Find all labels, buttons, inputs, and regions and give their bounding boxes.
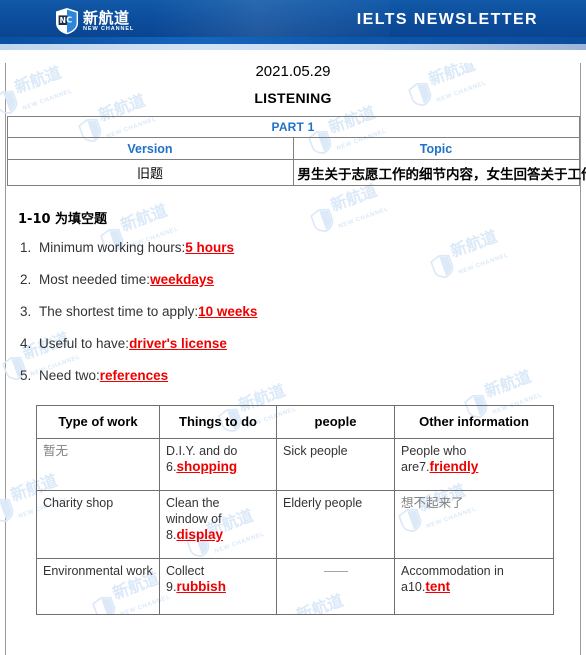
cell-version: 旧题 xyxy=(6,159,294,186)
svg-text:C: C xyxy=(66,15,72,24)
header-bottom-strip xyxy=(0,37,586,44)
question-answer: 5 hours xyxy=(185,240,235,255)
newsletter-title: IELTS NEWSLETTER xyxy=(356,11,538,28)
cell-value: 暂无 xyxy=(43,443,69,458)
cell-value: Sick people xyxy=(283,444,348,458)
table-row: Charity shop Clean the window of 8.displ… xyxy=(36,490,554,559)
part-info-table: PART 1 Version Topic 旧题 男生关于志愿工作的细节内容，女生… xyxy=(6,116,586,186)
document-page: 新航道 NEW CHANNEL 新航道 NEW CHANNEL 新航道 NEW … xyxy=(0,63,586,655)
question-prompt: Most needed time: xyxy=(39,272,151,287)
brand-logo-text: 新航道 NEW CHANNEL xyxy=(83,10,134,33)
table-row: 旧题 男生关于志愿工作的细节内容，女生回答关于工作的细节和具体要求 xyxy=(6,159,586,186)
brand-name-en: NEW CHANNEL xyxy=(83,25,135,32)
part-header-row: Version Topic xyxy=(6,137,580,160)
shield-nc-icon: N C xyxy=(54,7,80,35)
cell-value: Environmental work xyxy=(43,564,153,578)
section-title: LISTENING xyxy=(254,90,332,106)
cell-answer: friendly xyxy=(429,459,479,474)
cell-type-of-work: Environmental work xyxy=(36,558,160,615)
column-header-people: people xyxy=(276,405,395,439)
cell-other-information: People who are7.friendly xyxy=(394,438,554,491)
column-header-topic: Topic xyxy=(292,137,580,160)
header-underline-band xyxy=(0,44,586,50)
question-number: 3. xyxy=(20,304,32,319)
question-number: 4. xyxy=(20,336,32,351)
brand-logo: N C 新航道 NEW CHANNEL xyxy=(54,7,134,35)
cell-people: Elderly people xyxy=(276,490,395,559)
list-item: 5. Need two:references xyxy=(6,365,580,387)
column-header-other-information: Other information xyxy=(394,405,554,439)
cell-value: Charity shop xyxy=(43,496,114,510)
question-prompt: The shortest time to apply: xyxy=(39,304,199,319)
question-prompt: Need two: xyxy=(39,368,100,383)
question-number: 1. xyxy=(20,240,32,255)
question-prompt: Useful to have: xyxy=(39,336,130,351)
question-answer: 10 weeks xyxy=(198,304,258,319)
cell-people: —— xyxy=(276,558,395,615)
question-answer: references xyxy=(99,368,169,383)
document-date: 2021.05.29 xyxy=(255,63,331,80)
cell-answer: tent xyxy=(425,579,451,594)
work-details-table: Type of work Things to do people Other i… xyxy=(36,405,554,615)
part-label: PART 1 xyxy=(6,116,580,138)
part-label-row: PART 1 xyxy=(6,116,580,138)
question-answer: weekdays xyxy=(150,272,214,287)
brand-name-cn: 新航道 xyxy=(83,8,130,27)
cell-value: —— xyxy=(324,564,348,578)
cell-prefix: Accommodation in a10. xyxy=(401,564,504,594)
list-item: 2. Most needed time:weekdays xyxy=(6,269,580,291)
cell-answer: display xyxy=(176,527,223,542)
question-number: 2. xyxy=(20,272,32,287)
cell-value: Elderly people xyxy=(283,496,363,510)
question-answer: driver's license xyxy=(129,336,227,351)
list-item: 1. Minimum working hours:5 hours xyxy=(6,237,580,259)
column-header-type-of-work: Type of work xyxy=(36,405,160,439)
question-number: 5. xyxy=(20,368,32,383)
cell-people: Sick people xyxy=(276,438,395,491)
column-header-version: Version xyxy=(6,137,294,160)
table-row: Environmental work Collect 9.rubbish —— … xyxy=(36,558,554,615)
cell-value: 想不起来了 xyxy=(401,495,464,510)
svg-text:N: N xyxy=(60,16,66,25)
cell-answer: rubbish xyxy=(176,579,226,594)
questions-heading: 1-10 为填空题 xyxy=(18,212,108,227)
cell-things-to-do: Collect 9.rubbish xyxy=(159,558,277,615)
question-prompt: Minimum working hours: xyxy=(39,240,186,255)
cell-type-of-work: 暂无 xyxy=(36,438,160,491)
app-header: N C 新航道 NEW CHANNEL IELTS NEWSLETTER xyxy=(0,0,586,44)
cell-things-to-do: Clean the window of 8.display xyxy=(159,490,277,559)
table-row: 暂无 D.I.Y. and do 6.shopping Sick people … xyxy=(36,438,554,491)
column-header-things-to-do: Things to do xyxy=(159,405,277,439)
cell-things-to-do: D.I.Y. and do 6.shopping xyxy=(159,438,277,491)
cell-topic: 男生关于志愿工作的细节内容，女生回答关于工作的细节和具体要求 xyxy=(292,159,586,186)
table-header-row: Type of work Things to do people Other i… xyxy=(36,405,554,439)
cell-other-information: 想不起来了 xyxy=(394,490,554,559)
list-item: 4. Useful to have:driver's license xyxy=(6,333,580,355)
page-content: 2021.05.29 LISTENING PART 1 Version Topi… xyxy=(6,63,586,615)
questions-list: 1. Minimum working hours:5 hours 2. Most n… xyxy=(6,237,580,387)
list-item: 3. The shortest time to apply:10 weeks xyxy=(6,301,580,323)
cell-answer: shopping xyxy=(176,459,238,474)
cell-other-information: Accommodation in a10.tent xyxy=(394,558,554,615)
cell-type-of-work: Charity shop xyxy=(36,490,160,559)
